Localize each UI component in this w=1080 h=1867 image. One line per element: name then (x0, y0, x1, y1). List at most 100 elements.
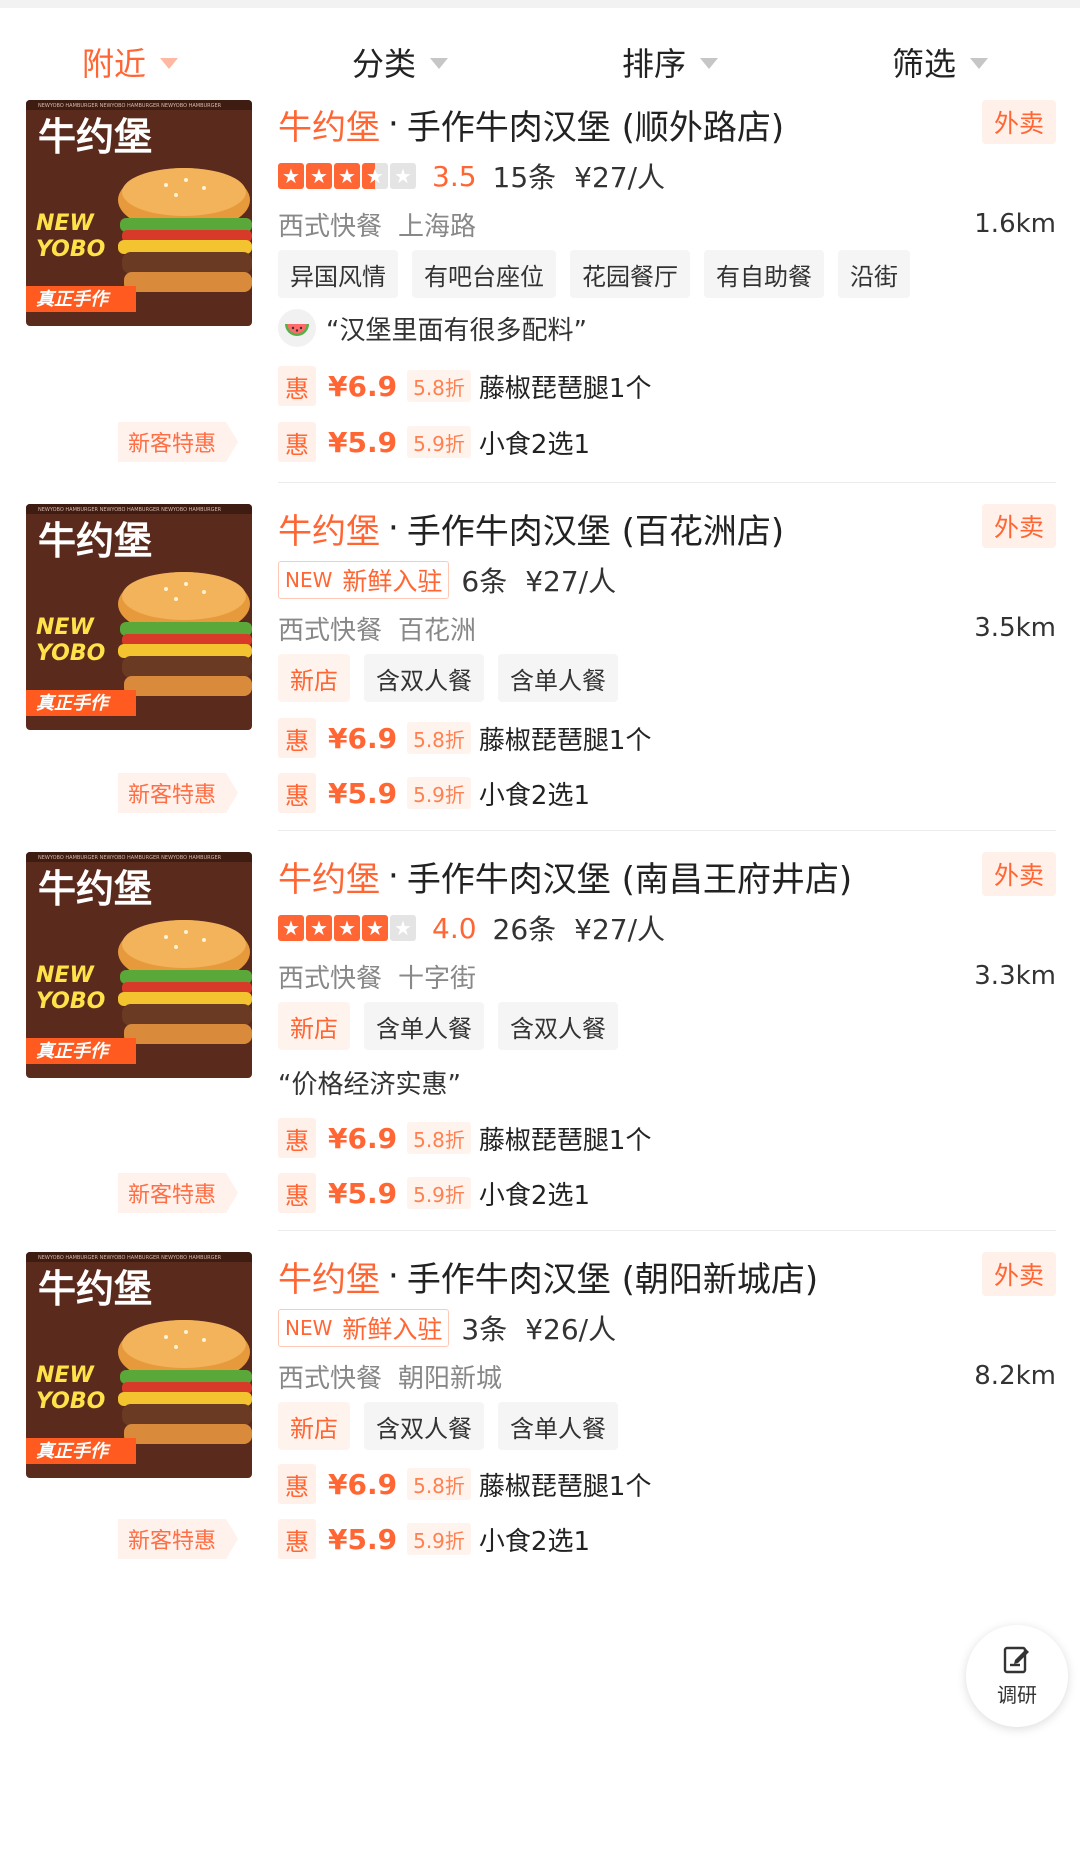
meta-row: 3.5 15条 ¥27/人 (278, 154, 665, 198)
review-count: 3条 (461, 1313, 508, 1346)
store-card[interactable]: NEWYOBO HAMBURGER NEWYOBO HAMBURGER NEWY… (0, 852, 1080, 1215)
store-thumbnail[interactable]: NEWYOBO HAMBURGER NEWYOBO HAMBURGER NEWY… (26, 852, 252, 1078)
store-thumbnail[interactable]: NEWYOBO HAMBURGER NEWYOBO HAMBURGER NEWY… (26, 504, 252, 730)
price-per-person: ¥27/人 (574, 161, 666, 194)
business-area: 百花洲 (398, 615, 477, 646)
thumb-brand: 牛约堡 (38, 115, 152, 159)
business-area: 朝阳新城 (398, 1363, 503, 1394)
divider (278, 482, 1056, 483)
rating-score: 3.5 (432, 159, 477, 193)
star-icon (306, 163, 332, 189)
review-quote[interactable]: “汉堡里面有很多配料” (278, 306, 587, 350)
feature-tag: 含双人餐 (364, 654, 484, 702)
deal-price: ¥5.9 (328, 425, 398, 459)
store-title[interactable]: 牛约堡 · 手作牛肉汉堡 (百花洲店) (278, 500, 784, 556)
thumb-band: 真正手作 (36, 289, 111, 310)
thumb-en2: YOBO (36, 1389, 105, 1414)
divider (278, 1230, 1056, 1231)
new-customer-label: 新客特惠 (118, 773, 227, 813)
filter-screen[interactable]: 筛选 (892, 28, 989, 96)
review-quote[interactable]: “价格经济实惠” (278, 1060, 461, 1104)
delivery-badge[interactable]: 外卖 (982, 504, 1056, 548)
feature-tag: 含双人餐 (364, 1402, 484, 1450)
store-card[interactable]: NEWYOBO HAMBURGER NEWYOBO HAMBURGER NEWY… (0, 504, 1080, 864)
deal-item[interactable]: 惠 ¥6.9 5.8折 藤椒琵琶腿1个 (278, 364, 651, 408)
title-separator: · (388, 856, 399, 896)
thumb-en2: YOBO (36, 641, 105, 666)
deal-price: ¥6.9 (328, 721, 398, 755)
svg-text:NEWYOBO HAMBURGER NEWYOBO HAM: NEWYOBO HAMBURGER NEWYOBO HAMBURGER NEWY… (38, 1255, 222, 1261)
feature-tag: 有自助餐 (704, 250, 824, 298)
deal-price: ¥6.9 (328, 1121, 398, 1155)
feature-tag: 含单人餐 (498, 654, 618, 702)
category-row: 西式快餐 上海路 1.6km (278, 204, 1056, 244)
burger-image: NEWYOBO HAMBURGER NEWYOBO HAMBURGER NEWY… (26, 852, 252, 1078)
filter-sort[interactable]: 排序 (622, 28, 719, 96)
deal-name: 藤椒琵琶腿1个 (478, 1125, 652, 1156)
deal-price: ¥5.9 (328, 1176, 398, 1210)
feature-tag: 新店 (278, 654, 350, 702)
watermelon-avatar-icon (278, 309, 316, 347)
deal-item[interactable]: 惠 ¥5.9 5.9折 小食2选1 (278, 771, 590, 815)
filter-label: 排序 (622, 45, 687, 83)
ribbon-tip (226, 422, 239, 462)
star-icon (334, 163, 360, 189)
store-name: 手作牛肉汉堡 (南昌王府井店) (406, 859, 853, 900)
star-icon (362, 163, 388, 189)
deal-item[interactable]: 惠 ¥6.9 5.8折 藤椒琵琶腿1个 (278, 716, 651, 760)
filter-nearby[interactable]: 附近 (82, 28, 179, 96)
star-icon (334, 915, 360, 941)
new-customer-label: 新客特惠 (118, 422, 227, 462)
tag-row: 新店 含双人餐 含单人餐 (278, 1402, 632, 1450)
filter-category[interactable]: 分类 (352, 28, 449, 96)
store-brand: 牛约堡 (278, 1259, 380, 1300)
new-label-en: NEW (285, 568, 333, 592)
deal-discount: 5.9折 (407, 1523, 471, 1555)
delivery-badge[interactable]: 外卖 (982, 852, 1056, 896)
caret-down-icon (160, 58, 179, 69)
deal-price: ¥6.9 (328, 369, 398, 403)
survey-button[interactable]: 调研 (966, 1625, 1068, 1727)
store-name: 手作牛肉汉堡 (百花洲店) (406, 511, 785, 552)
deal-item[interactable]: 惠 ¥6.9 5.8折 藤椒琵琶腿1个 (278, 1462, 651, 1506)
tag-row: 异国风情 有吧台座位 花园餐厅 有自助餐 沿街 (278, 250, 924, 298)
deal-item[interactable]: 惠 ¥5.9 5.9折 小食2选1 (278, 420, 590, 464)
thumb-en1: NEW (36, 963, 95, 988)
svg-text:NEWYOBO HAMBURGER NEWYOBO HAM: NEWYOBO HAMBURGER NEWYOBO HAMBURGER NEWY… (38, 855, 222, 861)
store-title[interactable]: 牛约堡 · 手作牛肉汉堡 (南昌王府井店) (278, 848, 852, 904)
category: 西式快餐 (278, 963, 383, 994)
deal-item[interactable]: 惠 ¥5.9 5.9折 小食2选1 (278, 1171, 590, 1215)
store-thumbnail[interactable]: NEWYOBO HAMBURGER NEWYOBO HAMBURGER NEWY… (26, 1252, 252, 1478)
discount-icon: 惠 (278, 1464, 316, 1504)
store-thumbnail[interactable]: NEWYOBO HAMBURGER NEWYOBO HAMBURGER NEWY… (26, 100, 252, 326)
price-per-person: ¥27/人 (574, 913, 666, 946)
deal-item[interactable]: 惠 ¥6.9 5.8折 藤椒琵琶腿1个 (278, 1116, 651, 1160)
rating-stars (278, 915, 418, 941)
distance: 3.3km (974, 961, 1056, 991)
delivery-badge[interactable]: 外卖 (982, 100, 1056, 144)
deal-name: 小食2选1 (478, 429, 590, 460)
store-brand: 牛约堡 (278, 511, 380, 552)
burger-image: NEWYOBO HAMBURGER NEWYOBO HAMBURGER NEWY… (26, 100, 252, 326)
deal-name: 藤椒琵琶腿1个 (478, 1471, 652, 1502)
burger-image: NEWYOBO HAMBURGER NEWYOBO HAMBURGER NEWY… (26, 504, 252, 730)
survey-edit-icon (1003, 1646, 1029, 1673)
new-customer-label: 新客特惠 (118, 1519, 227, 1559)
delivery-badge[interactable]: 外卖 (982, 1252, 1056, 1296)
deal-item[interactable]: 惠 ¥5.9 5.9折 小食2选1 (278, 1517, 590, 1561)
category: 西式快餐 (278, 1363, 383, 1394)
deal-price: ¥6.9 (328, 1467, 398, 1501)
thumb-brand: 牛约堡 (38, 519, 152, 563)
store-card[interactable]: NEWYOBO HAMBURGER NEWYOBO HAMBURGER NEWY… (0, 1252, 1080, 1612)
store-title[interactable]: 牛约堡 · 手作牛肉汉堡 (朝阳新城店) (278, 1248, 818, 1304)
thumb-en1: NEW (36, 615, 95, 640)
deal-discount: 5.9折 (407, 777, 471, 809)
store-title[interactable]: 牛约堡 · 手作牛肉汉堡 (顺外路店) (278, 96, 784, 152)
deal-discount: 5.8折 (407, 1468, 471, 1500)
caret-down-icon (700, 58, 719, 69)
new-label-zh: 新鲜入驻 (342, 567, 443, 596)
filter-label: 附近 (82, 45, 147, 83)
meta-row: NEW 新鲜入驻 3条 ¥26/人 (278, 1306, 616, 1350)
store-card[interactable]: NEWYOBO HAMBURGER NEWYOBO HAMBURGER NEWY… (0, 100, 1080, 462)
feature-tag: 新店 (278, 1002, 350, 1050)
